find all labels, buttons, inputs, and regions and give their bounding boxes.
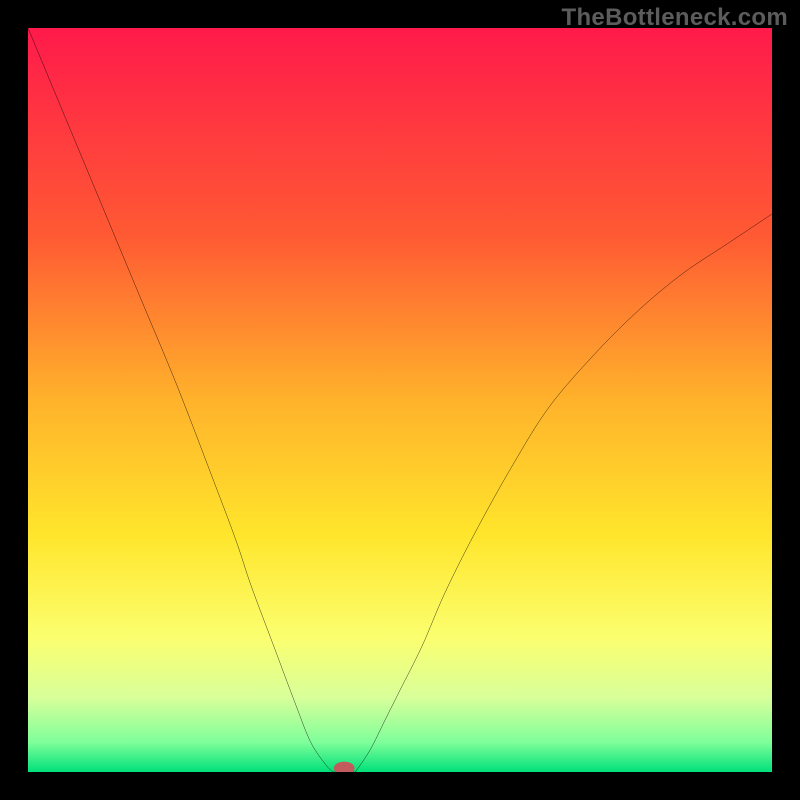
chart-plot-area [28,28,772,772]
watermark-text: TheBottleneck.com [562,4,788,32]
gradient-background [28,28,772,772]
chart-svg [28,28,772,772]
chart-frame: TheBottleneck.com [0,0,800,800]
